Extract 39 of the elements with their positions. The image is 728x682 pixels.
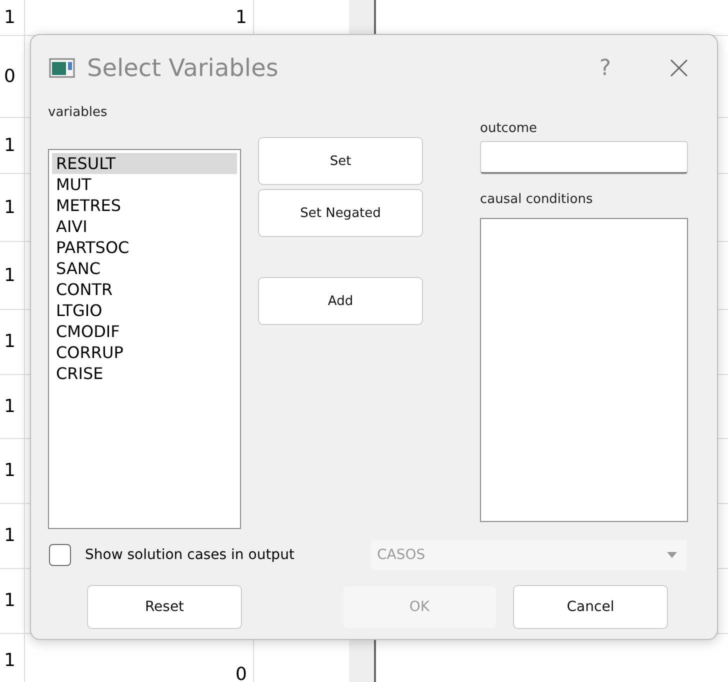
dropdown-arrow-icon: [667, 552, 677, 558]
row-number: 1: [3, 524, 16, 548]
causal-conditions-label: causal conditions: [480, 191, 594, 209]
dialog-button[interactable]: Reset: [87, 585, 242, 629]
row-number: 1: [3, 196, 16, 220]
list-item[interactable]: METRES: [52, 195, 237, 216]
window-title: Select Variables: [87, 54, 280, 82]
row-number: 1: [3, 264, 16, 288]
action-button[interactable]: Add: [258, 277, 423, 325]
list-item[interactable]: SANC: [52, 258, 237, 279]
window-icon: [49, 58, 75, 78]
checkbox-label: Show solution cases in output: [85, 547, 296, 563]
outcome-label: outcome: [480, 120, 538, 138]
list-item[interactable]: RESULT: [52, 153, 237, 174]
row-number: 1: [3, 648, 16, 672]
close-icon[interactable]: [669, 58, 689, 78]
row-number: 1: [3, 134, 16, 158]
row-number: 1: [3, 459, 16, 483]
row-number: 1: [3, 330, 16, 354]
checkbox[interactable]: [49, 544, 71, 566]
list-item[interactable]: PARTSOC: [52, 237, 237, 258]
list-item[interactable]: LTGIO: [52, 300, 237, 321]
action-button[interactable]: Set Negated: [258, 189, 423, 237]
action-button[interactable]: Set: [258, 137, 423, 185]
row-number: 1: [3, 589, 16, 613]
row-number: 0: [3, 64, 16, 88]
list-item[interactable]: CONTR: [52, 279, 237, 300]
list-item[interactable]: CMODIF: [52, 321, 237, 342]
table-cell: 1: [236, 7, 247, 28]
list-item[interactable]: MUT: [52, 174, 237, 195]
variables-label: variables: [48, 104, 108, 122]
list-item[interactable]: CORRUP: [52, 342, 237, 363]
table-cell: 0: [236, 664, 247, 682]
list-item[interactable]: CRISE: [52, 363, 237, 384]
row-number: 1: [3, 394, 16, 418]
outcome-field[interactable]: [480, 141, 688, 174]
row-number: 1: [3, 6, 16, 30]
dialog-button[interactable]: Cancel: [513, 585, 668, 629]
list-item[interactable]: AIVI: [52, 216, 237, 237]
